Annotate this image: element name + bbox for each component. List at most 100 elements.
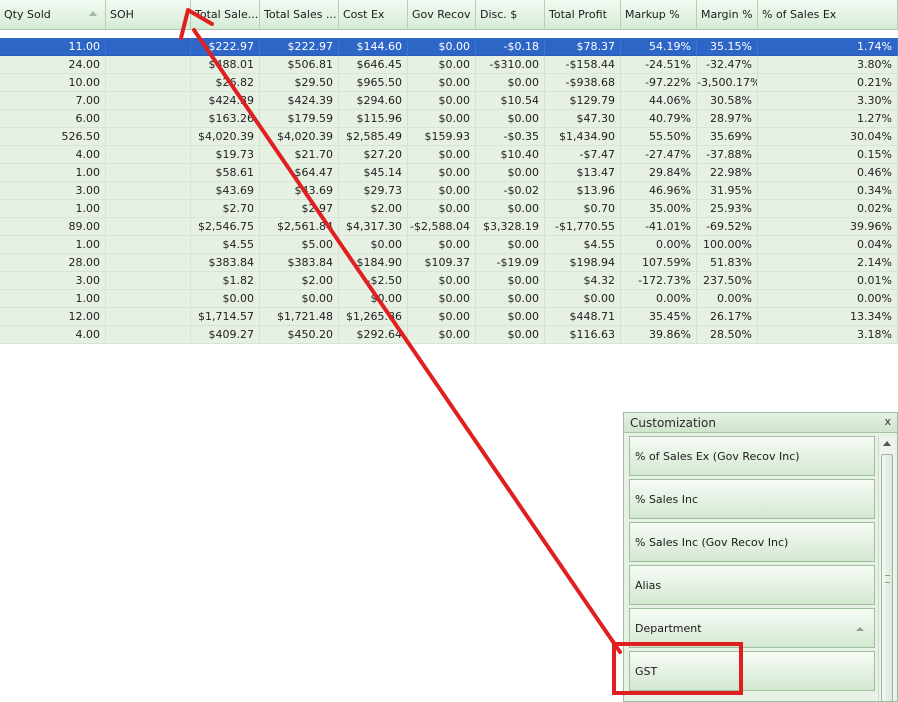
cell-markup: 35.45% [621,308,697,326]
field-item-label: GST [635,665,658,678]
close-icon[interactable]: x [884,415,891,428]
cell-margin: 35.15% [697,38,758,56]
table-row[interactable]: 3.00 $43.69 $43.69 $29.73 $0.00 -$0.02 $13.96 4… [0,182,898,200]
column-header-margin[interactable]: Margin % [697,0,758,30]
table-row[interactable]: 89.00 $2,546.75 $2,561.84 $4,317.30 -$2,588.… [0,218,898,236]
cell-margin: -32.47% [697,56,758,74]
cell-soh [106,290,191,308]
cell-markup: 35.00% [621,200,697,218]
cell-markup: -172.73% [621,272,697,290]
cell-total-sales-inc: $506.81 [260,56,339,74]
cell-markup: 0.00% [621,290,697,308]
table-row[interactable]: 24.00 $488.01 $506.81 $646.45 $0.00 -$310.00-… [0,56,898,74]
cell-soh [106,38,191,56]
field-item-gst[interactable]: GST [629,651,875,691]
table-row[interactable]: 7.00 $424.39 $424.39 $294.60 $0.00 $10.54 $129… [0,92,898,110]
cell-pct-sales-ex: 3.18% [758,326,898,344]
cell-total-sales-ex: $58.61 [191,164,260,182]
cell-soh [106,218,191,236]
cell-markup: 39.86% [621,326,697,344]
cell-gov-recov: $0.00 [408,56,476,74]
cell-total-profit: $198.94 [545,254,621,272]
field-item-alias[interactable]: Alias [629,565,875,605]
cell-qty-sold: 6.00 [0,110,106,128]
column-header-cost-ex[interactable]: Cost Ex [339,0,408,30]
cell-soh [106,164,191,182]
table-row[interactable]: 1.00 $2.70 $2.97 $2.00 $0.00 $0.00 $0.70 35.00%… [0,200,898,218]
cell-qty-sold: 526.50 [0,128,106,146]
column-header-total-sales-inc[interactable]: Total Sales ... [260,0,339,30]
field-item-label: % of Sales Ex (Gov Recov Inc) [635,450,800,463]
cell-total-sales-inc: $43.69 [260,182,339,200]
cell-qty-sold: 10.00 [0,74,106,92]
scroll-up-icon[interactable] [883,441,891,446]
cell-total-profit: $4.55 [545,236,621,254]
cell-pct-sales-ex: 0.15% [758,146,898,164]
customization-title-bar: Customization x [624,413,897,433]
cell-total-sales-ex: $163.26 [191,110,260,128]
table-row[interactable]: 1.00 $4.55 $5.00 $0.00 $0.00 $0.00 $4.55 0.00% 1… [0,236,898,254]
table-row[interactable]: 3.00 $1.82 $2.00 -$2.50 $0.00 $0.00 $4.32 -172.… [0,272,898,290]
cell-gov-recov: $0.00 [408,272,476,290]
table-row[interactable]: 6.00 $163.26 $179.59 $115.96 $0.00 $0.00 $47.3… [0,110,898,128]
cell-margin: 31.95% [697,182,758,200]
cell-cost-ex: $2.00 [339,200,408,218]
column-header-qty-sold[interactable]: Qty Sold [0,0,106,30]
column-header-soh[interactable]: SOH [106,0,191,30]
table-row[interactable]: 526.50 $4,020.39 $4,020.39 $2,585.49 $159.93… [0,128,898,146]
column-header-pct-sales-ex[interactable]: % of Sales Ex [758,0,898,30]
column-header-disc[interactable]: Disc. $ [476,0,545,30]
column-header-gov-recov[interactable]: Gov Recov [408,0,476,30]
cell-margin: 35.69% [697,128,758,146]
cell-total-profit: -$158.44 [545,56,621,74]
cell-cost-ex: $965.50 [339,74,408,92]
column-header-label: Total Sale... [195,8,259,21]
table-row[interactable]: 1.00 $0.00 $0.00 $0.00 $0.00 $0.00 $0.00 0.00% 0… [0,290,898,308]
cell-total-sales-ex: $4.55 [191,236,260,254]
cell-disc: -$19.09 [476,254,545,272]
table-row[interactable]: 4.00 $19.73 $21.70 $27.20 $0.00 $10.40 -$7.47-… [0,146,898,164]
table-row[interactable]: 28.00 $383.84 $383.84 $184.90 $109.37 -$19.09… [0,254,898,272]
field-item-label: % Sales Inc [635,493,698,506]
field-item-sales-inc[interactable]: % Sales Inc [629,479,875,519]
cell-gov-recov: $0.00 [408,200,476,218]
column-header-total-profit[interactable]: Total Profit [545,0,621,30]
cell-qty-sold: 1.00 [0,164,106,182]
cell-pct-sales-ex: 1.27% [758,110,898,128]
table-row[interactable]: 10.00 $26.82 $29.50 $965.50 $0.00 $0.00 -$938.… [0,74,898,92]
cell-soh [106,92,191,110]
cell-cost-ex: $646.45 [339,56,408,74]
cell-cost-ex: $2,585.49 [339,128,408,146]
field-item-of-sales-ex-gov-recov-inc[interactable]: % of Sales Ex (Gov Recov Inc) [629,436,875,476]
field-item-department[interactable]: Department [629,608,875,648]
customization-scrollbar[interactable] [878,436,895,701]
cell-soh [106,236,191,254]
cell-gov-recov: $0.00 [408,236,476,254]
cell-total-profit: -$938.68 [545,74,621,92]
cell-total-sales-inc: $21.70 [260,146,339,164]
cell-qty-sold: 89.00 [0,218,106,236]
cell-total-sales-inc: $5.00 [260,236,339,254]
cell-disc: -$310.00 [476,56,545,74]
cell-margin: 22.98% [697,164,758,182]
table-row[interactable]: 4.00 $409.27 $450.20 $292.64 $0.00 $0.00 $116.… [0,326,898,344]
scroll-thumb[interactable] [881,454,893,701]
table-row[interactable]: 12.00 $1,714.57 $1,721.48 $1,265.86 $0.00 $0.… [0,308,898,326]
sort-ascending-icon [89,11,97,16]
chevron-up-icon [856,627,864,631]
cell-margin: 28.97% [697,110,758,128]
table-row[interactable]: 11.00 $222.97 $222.97 $144.60 $0.00 -$0.18 $78… [0,38,898,56]
cell-cost-ex: $27.20 [339,146,408,164]
cell-margin: 26.17% [697,308,758,326]
column-header-total-sales-ex[interactable]: Total Sale... [191,0,260,30]
cell-disc: $0.00 [476,308,545,326]
cell-soh [106,200,191,218]
table-row[interactable]: 1.00 $58.61 $64.47 $45.14 $0.00 $0.00 $13.47 29… [0,164,898,182]
cell-pct-sales-ex: 13.34% [758,308,898,326]
cell-total-sales-ex: $383.84 [191,254,260,272]
cell-disc: -$0.35 [476,128,545,146]
column-header-markup[interactable]: Markup % [621,0,697,30]
cell-disc: $0.00 [476,110,545,128]
field-item-sales-inc-gov-recov-inc[interactable]: % Sales Inc (Gov Recov Inc) [629,522,875,562]
field-item-label: Department [635,622,702,635]
